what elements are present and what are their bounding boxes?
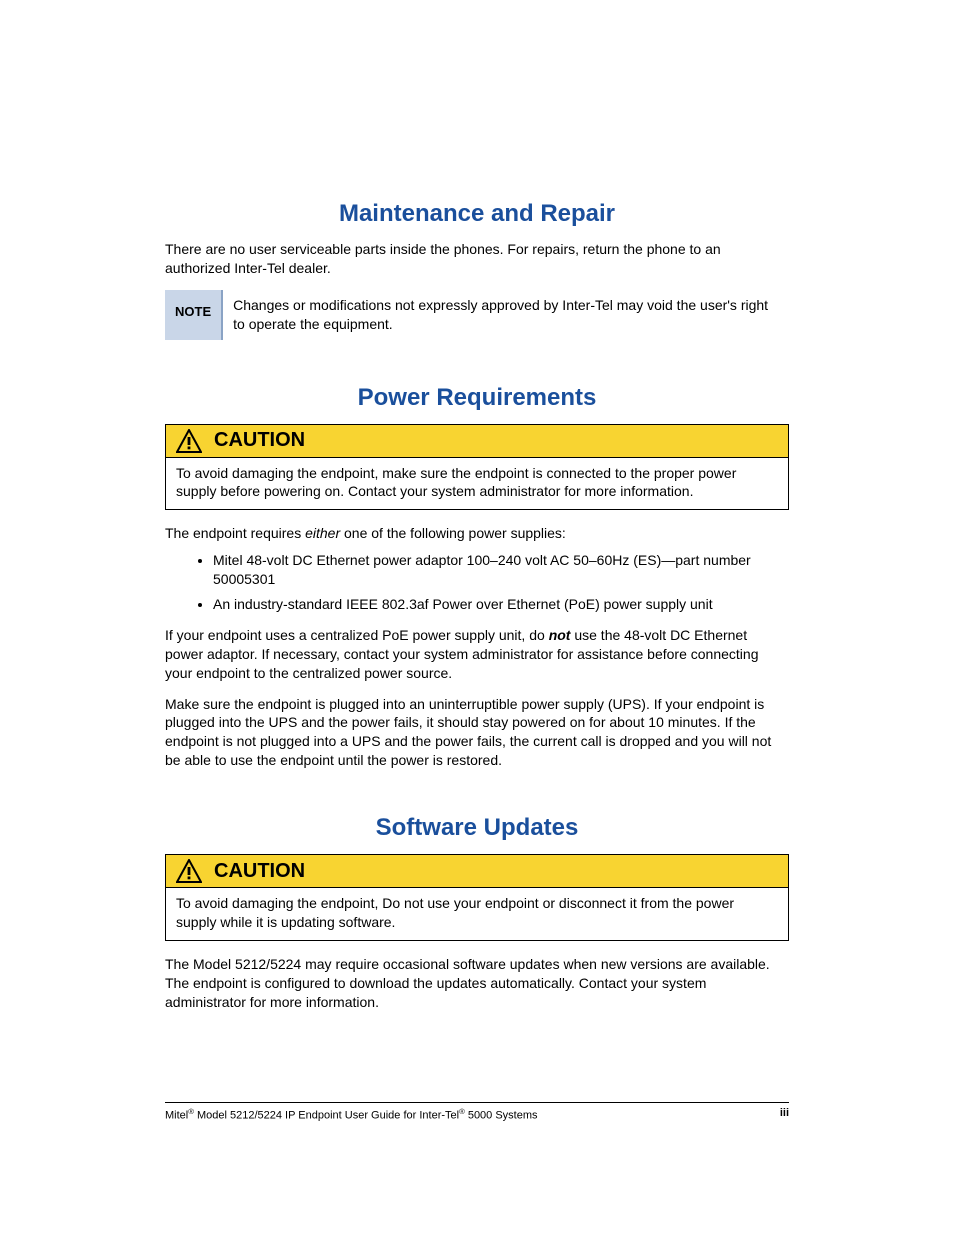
list-item: An industry-standard IEEE 802.3af Power … — [213, 595, 789, 614]
note-label: NOTE — [165, 290, 223, 340]
text: one of the following power supplies: — [340, 525, 566, 541]
power-para-2: Make sure the endpoint is plugged into a… — [165, 695, 789, 771]
warning-icon — [176, 429, 202, 453]
caution-text: To avoid damaging the endpoint, make sur… — [166, 457, 788, 510]
caution-label: CAUTION — [214, 429, 305, 452]
note-callout: NOTE Changes or modifications not expres… — [165, 290, 789, 340]
list-item: Mitel 48-volt DC Ethernet power adaptor … — [213, 551, 789, 589]
document-page: Maintenance and Repair There are no user… — [0, 0, 954, 1221]
page-number: iii — [780, 1107, 789, 1122]
caution-text: To avoid damaging the endpoint, Do not u… — [166, 887, 788, 940]
footer-rule — [165, 1102, 789, 1103]
power-para-1: If your endpoint uses a centralized PoE … — [165, 626, 789, 683]
text-emphasis: not — [549, 627, 571, 643]
text: Mitel — [165, 1109, 188, 1121]
footer-left: Mitel® Model 5212/5224 IP Endpoint User … — [165, 1107, 538, 1122]
software-para: The Model 5212/5224 may require occasion… — [165, 955, 789, 1012]
text: Model 5212/5224 IP Endpoint User Guide f… — [194, 1109, 459, 1121]
power-supply-list: Mitel 48-volt DC Ethernet power adaptor … — [165, 551, 789, 614]
text: If your endpoint uses a centralized PoE … — [165, 627, 549, 643]
heading-power: Power Requirements — [165, 384, 789, 412]
text-emphasis: either — [305, 525, 340, 541]
caution-callout-software: CAUTION To avoid damaging the endpoint, … — [165, 854, 789, 941]
caution-callout-power: CAUTION To avoid damaging the endpoint, … — [165, 424, 789, 511]
maintenance-intro: There are no user serviceable parts insi… — [165, 240, 789, 278]
caution-header: CAUTION — [166, 855, 788, 887]
heading-software: Software Updates — [165, 814, 789, 842]
page-footer: Mitel® Model 5212/5224 IP Endpoint User … — [165, 1107, 789, 1122]
note-text: Changes or modifications not expressly a… — [223, 290, 789, 340]
heading-maintenance: Maintenance and Repair — [165, 200, 789, 228]
caution-label: CAUTION — [214, 860, 305, 883]
text: 5000 Systems — [465, 1109, 538, 1121]
text: The endpoint requires — [165, 525, 305, 541]
power-intro: The endpoint requires either one of the … — [165, 524, 789, 543]
caution-header: CAUTION — [166, 425, 788, 457]
warning-icon — [176, 859, 202, 883]
